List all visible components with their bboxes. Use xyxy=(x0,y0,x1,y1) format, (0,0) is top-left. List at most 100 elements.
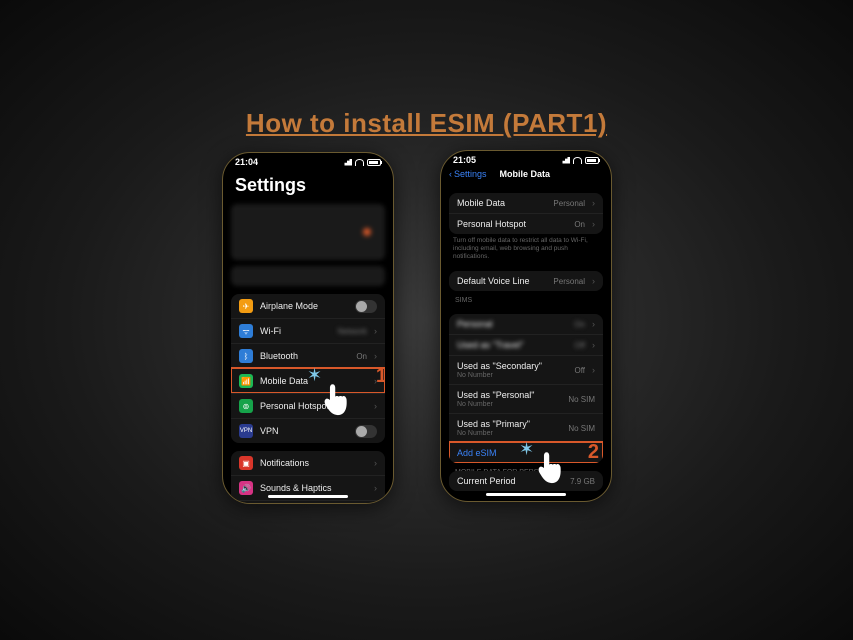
add-esim-row[interactable]: Add eSIM 2 ✶ xyxy=(449,442,603,463)
sims-group: Personal On › Used as "Travel" Off › Use… xyxy=(449,314,603,463)
period-group: Current Period 7.9 GB xyxy=(449,471,603,491)
phone-settings: 21:04 Settings ✈ Airplane Mode ᯤ Wi-Fi N… xyxy=(222,152,394,504)
sim-sub: No Number xyxy=(457,401,561,408)
sims-section-label: SIMs xyxy=(441,291,611,306)
row-value: Personal xyxy=(553,277,585,286)
mobile-data-row[interactable]: 📶 Mobile Data › 1 ✶ xyxy=(231,368,385,393)
sounds-label: Sounds & Haptics xyxy=(260,483,367,493)
sim-row-primary[interactable]: Used as "Primary" No Number No SIM xyxy=(449,413,603,442)
hint-text: Turn off mobile data to restrict all dat… xyxy=(441,234,611,263)
hotspot-icon: ⊚ xyxy=(239,399,253,413)
hotspot-option-row[interactable]: Personal Hotspot On › xyxy=(449,213,603,234)
current-period-row[interactable]: Current Period 7.9 GB xyxy=(449,471,603,491)
chevron-icon: › xyxy=(592,365,595,375)
wifi-icon xyxy=(573,157,582,164)
chevron-icon: › xyxy=(374,483,377,493)
notifications-row[interactable]: ▣ Notifications › xyxy=(231,451,385,475)
sim-row-2[interactable]: Used as "Travel" Off › xyxy=(449,334,603,355)
wifi-row-icon: ᯤ xyxy=(239,324,253,338)
home-indicator xyxy=(268,495,348,498)
battery-icon xyxy=(367,159,381,166)
chevron-icon: › xyxy=(592,219,595,229)
row-value: On xyxy=(574,220,585,229)
notifications-icon: ▣ xyxy=(239,456,253,470)
row-value: No SIM xyxy=(568,395,595,404)
nav-title: Mobile Data xyxy=(447,169,603,179)
phone-mobile-data: 21:05 ‹ Settings Mobile Data Mobile Data… xyxy=(440,150,612,502)
default-voice-row[interactable]: Default Voice Line Personal › xyxy=(449,271,603,291)
row-label: Used as "Secondary" No Number xyxy=(457,361,567,379)
step-number-2: 2 xyxy=(588,441,599,463)
sim-name: Used as "Secondary" xyxy=(457,361,542,371)
vpn-toggle[interactable] xyxy=(355,425,377,438)
row-label: Personal Hotspot xyxy=(457,219,567,229)
row-label: Used as "Personal" No Number xyxy=(457,390,561,408)
voice-group: Default Voice Line Personal › xyxy=(449,271,603,291)
notch xyxy=(273,153,343,165)
chevron-icon: › xyxy=(592,276,595,286)
sim-row-secondary[interactable]: Used as "Secondary" No Number Off › xyxy=(449,355,603,384)
step-number-1: 1 xyxy=(376,365,385,388)
hotspot-row[interactable]: ⊚ Personal Hotspot › xyxy=(231,393,385,418)
status-time: 21:04 xyxy=(235,157,258,167)
chevron-icon: › xyxy=(374,351,377,361)
connectivity-group: ✈ Airplane Mode ᯤ Wi-Fi Network › ᛒ Blue… xyxy=(231,294,385,443)
focus-row[interactable]: ☾ Focus › xyxy=(231,500,385,504)
sim-name: Used as "Personal" xyxy=(457,390,534,400)
notifications-label: Notifications xyxy=(260,458,367,468)
row-label: Current Period xyxy=(457,476,563,486)
vpn-label: VPN xyxy=(260,426,348,436)
hotspot-label: Personal Hotspot xyxy=(260,401,367,411)
vpn-icon: VPN xyxy=(239,424,253,438)
airplane-mode-row[interactable]: ✈ Airplane Mode xyxy=(231,294,385,318)
chevron-icon: › xyxy=(374,401,377,411)
settings-title: Settings xyxy=(223,169,393,200)
wifi-row[interactable]: ᯤ Wi-Fi Network › xyxy=(231,318,385,343)
wifi-label: Wi-Fi xyxy=(260,326,331,336)
chevron-icon: › xyxy=(374,458,377,468)
bluetooth-icon: ᛒ xyxy=(239,349,253,363)
profile-block-blurred xyxy=(231,204,385,260)
status-icons xyxy=(560,157,599,164)
chevron-icon: › xyxy=(592,198,595,208)
row-value: No SIM xyxy=(568,424,595,433)
status-icons xyxy=(342,159,381,166)
wifi-icon xyxy=(355,159,364,166)
row-label: Personal xyxy=(457,319,567,329)
signal-icon xyxy=(560,157,570,164)
status-time: 21:05 xyxy=(453,155,476,165)
tap-spark-icon: ✶ xyxy=(307,365,322,386)
row-value: 7.9 GB xyxy=(570,477,595,486)
row-label: Default Voice Line xyxy=(457,276,546,286)
airplane-label: Airplane Mode xyxy=(260,301,348,311)
scroll-area: Mobile Data Personal › Personal Hotspot … xyxy=(441,185,611,491)
blurred-row xyxy=(231,266,385,286)
tap-spark-icon: ✶ xyxy=(519,439,534,460)
page-title-text: How to install ESIM (PART1) xyxy=(246,108,607,138)
notch xyxy=(491,151,561,163)
airplane-icon: ✈ xyxy=(239,299,253,313)
row-value: On xyxy=(574,320,585,329)
chevron-icon: › xyxy=(592,340,595,350)
bluetooth-value: On xyxy=(356,352,367,361)
airplane-toggle[interactable] xyxy=(355,300,377,313)
chevron-icon: › xyxy=(592,319,595,329)
chevron-icon: › xyxy=(374,326,377,336)
mobile-data-option-row[interactable]: Mobile Data Personal › xyxy=(449,193,603,213)
page-title: How to install ESIM (PART1) xyxy=(0,108,853,139)
mobile-data-icon: 📶 xyxy=(239,374,253,388)
wifi-value: Network xyxy=(338,327,367,336)
data-group: Mobile Data Personal › Personal Hotspot … xyxy=(449,193,603,234)
row-label: Used as "Travel" xyxy=(457,340,567,350)
sim-row-personal[interactable]: Used as "Personal" No Number No SIM xyxy=(449,384,603,413)
sounds-icon: 🔊 xyxy=(239,481,253,495)
sim-sub: No Number xyxy=(457,430,561,437)
sim-row-1[interactable]: Personal On › xyxy=(449,314,603,334)
vpn-row[interactable]: VPN VPN xyxy=(231,418,385,443)
sim-sub: No Number xyxy=(457,372,567,379)
signal-icon xyxy=(342,159,352,166)
nav-bar: ‹ Settings Mobile Data xyxy=(441,167,611,183)
battery-icon xyxy=(585,157,599,164)
row-value: Off xyxy=(574,366,585,375)
row-label: Mobile Data xyxy=(457,198,546,208)
